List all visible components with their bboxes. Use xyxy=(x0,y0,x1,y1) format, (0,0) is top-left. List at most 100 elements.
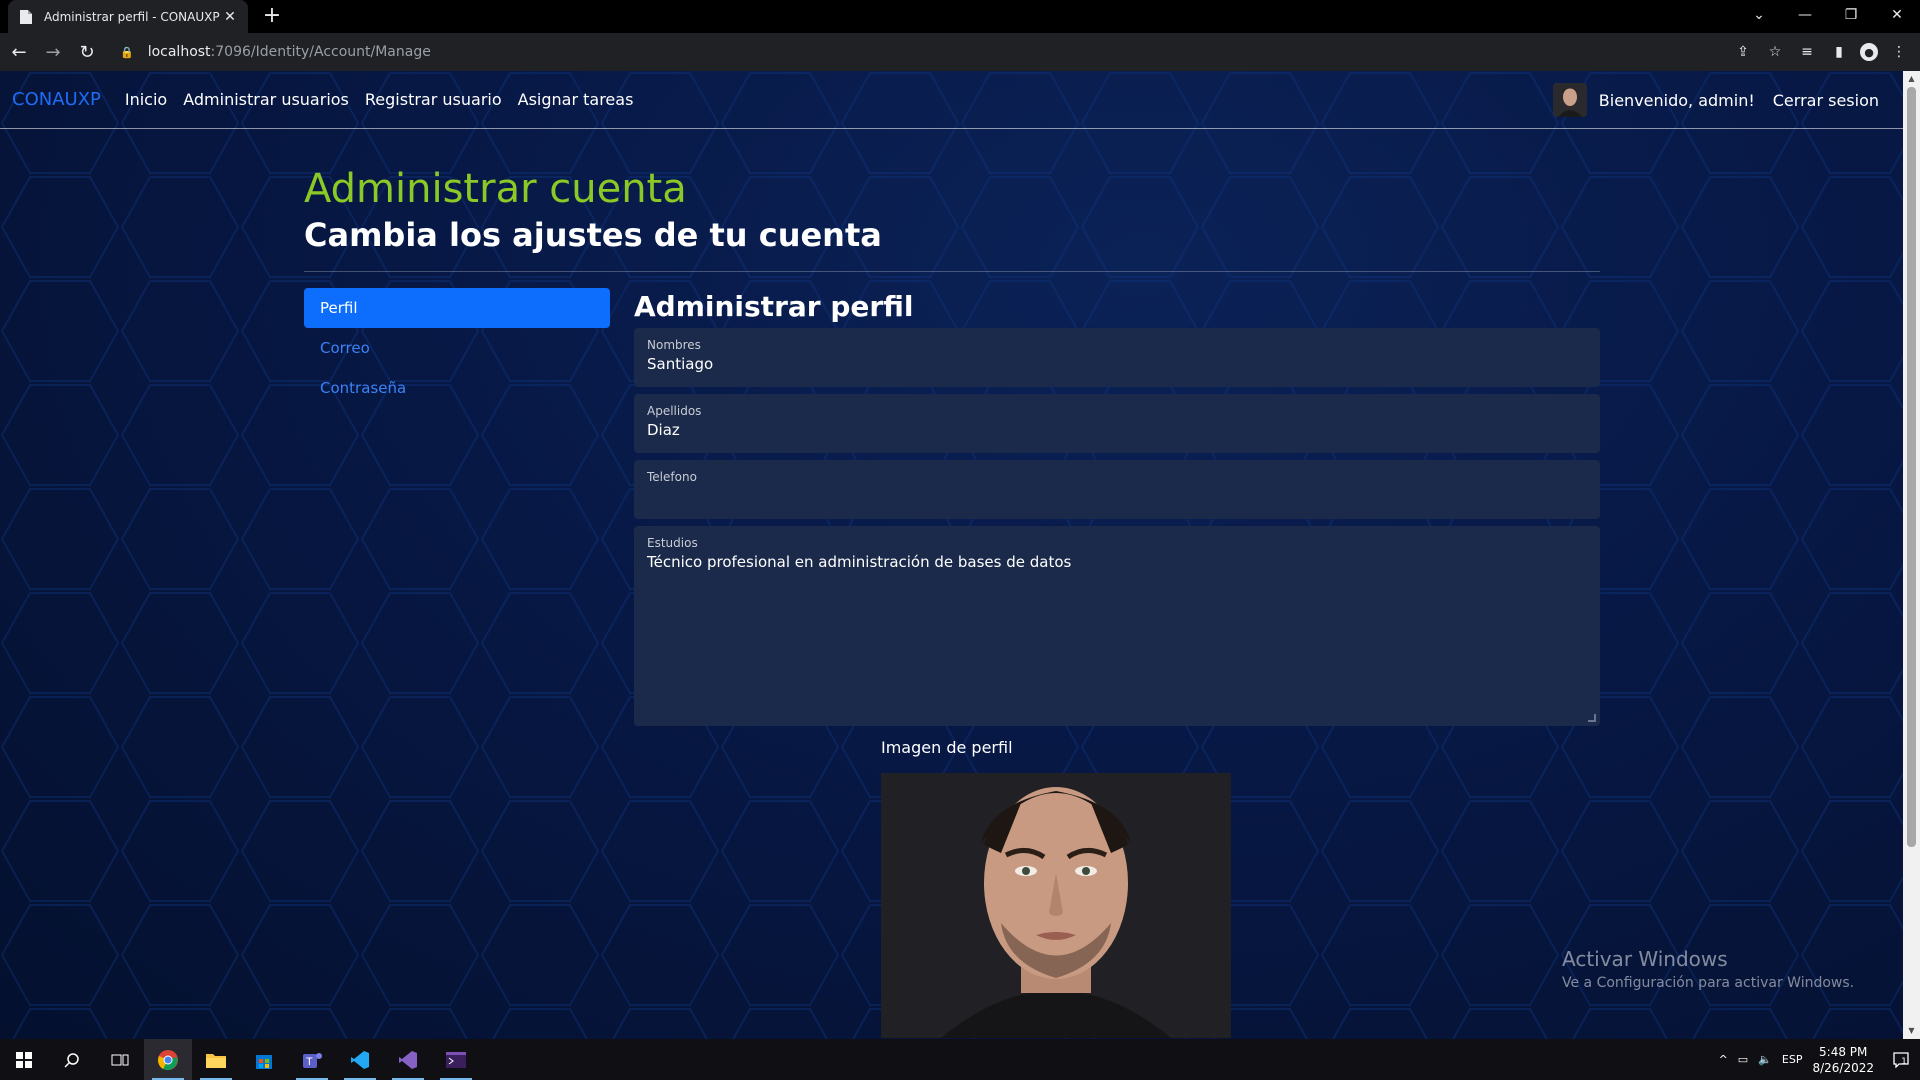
taskbar-vscode[interactable] xyxy=(336,1039,384,1080)
sidebar-item-perfil[interactable]: Perfil xyxy=(304,288,610,328)
taskbar-visual-studio[interactable] xyxy=(384,1039,432,1080)
scroll-down-icon[interactable]: ▼ xyxy=(1903,1023,1920,1039)
resize-handle-icon[interactable] xyxy=(1588,714,1596,722)
system-tray: ^ ▭ 🔈 ESP 5:48 PM 8/26/2022 1 xyxy=(1719,1039,1920,1080)
chrome-icon xyxy=(158,1049,178,1070)
language-indicator[interactable]: ESP xyxy=(1782,1053,1803,1066)
restore-button[interactable]: ❐ xyxy=(1828,0,1874,30)
sidebar-item-correo[interactable]: Correo xyxy=(304,328,610,368)
clock-time: 5:48 PM xyxy=(1819,1044,1868,1059)
page-viewport: CONAUXP Inicio Administrar usuarios Regi… xyxy=(0,71,1903,1039)
watermark-title: Activar Windows xyxy=(1562,947,1728,971)
scroll-up-icon[interactable]: ▲ xyxy=(1903,71,1920,87)
minimize-button[interactable]: — xyxy=(1782,0,1828,30)
windows-logo-icon xyxy=(16,1051,32,1068)
user-avatar xyxy=(1552,83,1587,117)
share-icon[interactable]: ⇪ xyxy=(1732,41,1754,63)
folder-icon xyxy=(206,1053,226,1068)
vscode-icon xyxy=(351,1050,369,1069)
close-window-button[interactable]: ✕ xyxy=(1874,0,1920,30)
browser-tab[interactable]: Administrar perfil - CONAUXP ✕ xyxy=(8,0,248,33)
store-icon xyxy=(256,1054,272,1069)
new-tab-button[interactable]: + xyxy=(260,5,284,29)
clock[interactable]: 5:48 PM 8/26/2022 xyxy=(1812,1044,1874,1076)
profile-image-label: Imagen de perfil xyxy=(881,738,1013,757)
address-bar[interactable]: 🔒 localhost :7096/Identity/Account/Manag… xyxy=(110,37,1770,67)
browser-tabstrip: Administrar perfil - CONAUXP ✕ + ⌄ — ❐ ✕ xyxy=(0,0,1920,33)
taskbar-store[interactable] xyxy=(240,1039,288,1080)
visual-studio-icon xyxy=(399,1050,417,1069)
nav-administrar-usuarios[interactable]: Administrar usuarios xyxy=(183,90,349,109)
search-button[interactable] xyxy=(48,1039,96,1080)
nombres-input[interactable]: Santiago xyxy=(647,353,1587,375)
menu-icon[interactable]: ⋮ xyxy=(1888,41,1910,63)
bookmark-star-icon[interactable]: ☆ xyxy=(1764,41,1786,63)
url-path: :7096/Identity/Account/Manage xyxy=(210,44,431,60)
page-icon xyxy=(18,9,34,25)
notification-center-icon[interactable]: 1 xyxy=(1890,1039,1920,1080)
nombres-label: Nombres xyxy=(647,338,701,352)
windows-activation-watermark: Activar Windows Ve a Configuración para … xyxy=(1562,947,1854,991)
apellidos-field[interactable]: Apellidos Diaz xyxy=(634,394,1600,453)
profile-image xyxy=(881,773,1231,1038)
taskbar-teams[interactable]: T xyxy=(288,1039,336,1080)
scrollbar-thumb[interactable] xyxy=(1907,87,1916,847)
nav-inicio[interactable]: Inicio xyxy=(125,90,167,109)
manage-account-content: Administrar cuenta Cambia los ajustes de… xyxy=(304,129,1600,1038)
nav-asignar-tareas[interactable]: Asignar tareas xyxy=(518,90,634,109)
media-controls-icon[interactable]: ≡ xyxy=(1796,41,1818,63)
task-view-icon xyxy=(111,1054,129,1065)
lock-icon[interactable]: 🔒 xyxy=(120,46,134,59)
windows-taskbar: T ^ ▭ 🔈 ESP 5:48 PM 8/26/2022 1 xyxy=(0,1039,1920,1080)
reload-button[interactable]: ↻ xyxy=(72,37,102,67)
nombres-field[interactable]: Nombres Santiago xyxy=(634,328,1600,387)
search-icon xyxy=(64,1052,79,1068)
page-scrollbar[interactable]: ▲ ▼ xyxy=(1903,71,1920,1039)
taskbar-terminal[interactable] xyxy=(432,1039,480,1080)
taskbar-chrome[interactable] xyxy=(144,1039,192,1080)
svg-text:T: T xyxy=(306,1056,313,1068)
toolbar-icons: ⇪ ☆ ≡ ▮ ● ⋮ xyxy=(1732,37,1910,67)
taskbar-file-explorer[interactable] xyxy=(192,1039,240,1080)
profile-form: Administrar perfil Nombres Santiago Apel… xyxy=(634,288,1600,1038)
logout-button[interactable]: Cerrar sesion xyxy=(1773,91,1879,110)
telefono-field[interactable]: Telefono xyxy=(634,460,1600,519)
volume-icon[interactable]: 🔈 xyxy=(1758,1053,1772,1066)
apellidos-label: Apellidos xyxy=(647,404,702,418)
back-button[interactable]: ← xyxy=(4,37,34,67)
site-navbar: CONAUXP Inicio Administrar usuarios Regi… xyxy=(0,71,1903,129)
user-menu: Bienvenido, admin! Cerrar sesion xyxy=(1552,71,1879,129)
sidebar-item-contrasena[interactable]: Contraseña xyxy=(304,368,610,408)
url-host: localhost xyxy=(147,44,211,60)
network-icon[interactable]: ▭ xyxy=(1738,1053,1748,1066)
estudios-textarea[interactable]: Técnico profesional en administración de… xyxy=(647,551,1587,573)
start-button[interactable] xyxy=(0,1039,48,1080)
teams-icon: T xyxy=(303,1052,322,1068)
brand-logo[interactable]: CONAUXP xyxy=(12,89,101,110)
tab-search-icon[interactable]: ⌄ xyxy=(1736,0,1782,30)
welcome-message[interactable]: Bienvenido, admin! xyxy=(1599,91,1755,110)
page-title: Administrar cuenta xyxy=(304,166,687,212)
page-subtitle: Cambia los ajustes de tu cuenta xyxy=(304,216,882,254)
section-title: Administrar perfil xyxy=(634,290,914,323)
close-tab-icon[interactable]: ✕ xyxy=(222,9,238,25)
chevron-up-icon[interactable]: ^ xyxy=(1719,1053,1728,1066)
apellidos-input[interactable]: Diaz xyxy=(647,419,1587,441)
browser-toolbar: ← → ↻ 🔒 localhost :7096/Identity/Account… xyxy=(0,33,1920,71)
profile-icon[interactable]: ● xyxy=(1860,43,1878,61)
tab-title: Administrar perfil - CONAUXP xyxy=(44,9,220,24)
side-panel-icon[interactable]: ▮ xyxy=(1828,41,1850,63)
nav-registrar-usuario[interactable]: Registrar usuario xyxy=(365,90,502,109)
notification-count: 1 xyxy=(1901,1056,1907,1067)
divider xyxy=(304,271,1600,272)
telefono-label: Telefono xyxy=(647,470,697,484)
account-sidebar: Perfil Correo Contraseña xyxy=(304,288,610,408)
task-view-button[interactable] xyxy=(96,1039,144,1080)
forward-button[interactable]: → xyxy=(38,37,68,67)
terminal-icon xyxy=(446,1051,466,1068)
window-controls: ⌄ — ❐ ✕ xyxy=(1736,0,1920,30)
estudios-field[interactable]: Estudios Técnico profesional en administ… xyxy=(634,526,1600,726)
watermark-subtitle: Ve a Configuración para activar Windows. xyxy=(1562,975,1855,991)
clock-date: 8/26/2022 xyxy=(1812,1060,1874,1075)
estudios-label: Estudios xyxy=(647,536,698,550)
